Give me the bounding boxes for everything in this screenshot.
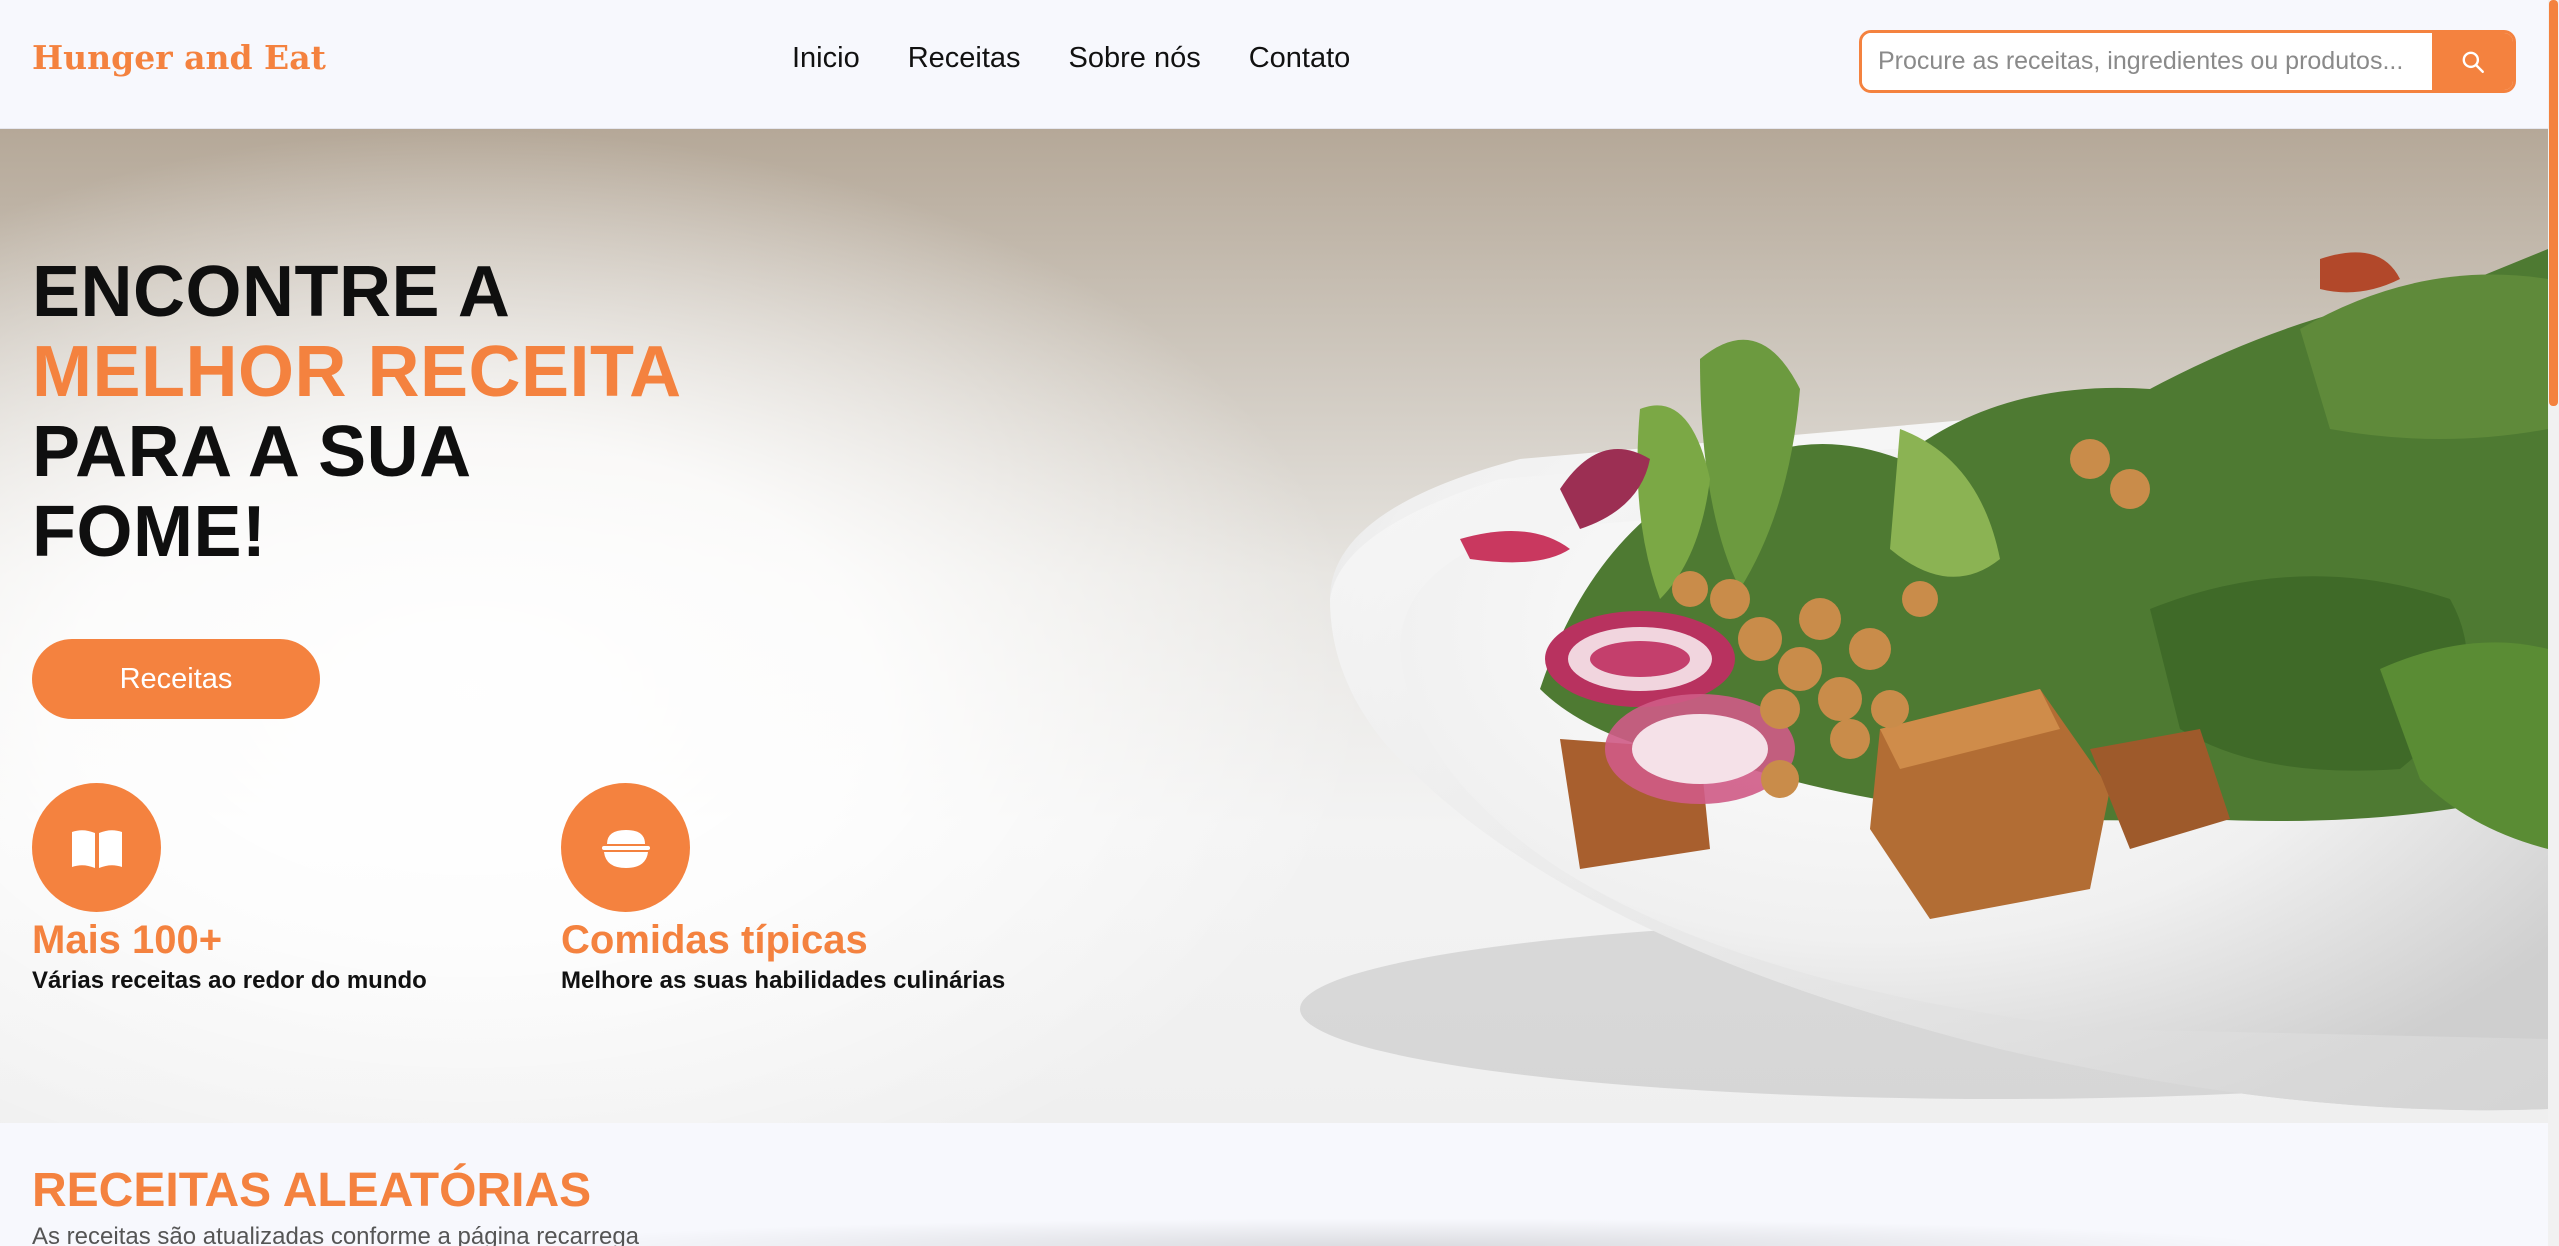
page: Hunger and Eat Inicio Receitas Sobre nós… [0,0,2559,1246]
search-icon [2462,51,2484,73]
feature-icon-circle [561,783,690,912]
nav-link-inicio[interactable]: Inicio [792,42,860,75]
section-title: RECEITAS ALEATÓRIAS [32,1164,592,1217]
brand-logo[interactable]: Hunger and Eat [32,38,326,77]
hero-section: ENCONTRE A MELHOR RECEITA PARA A SUA FOM… [0,129,2548,1123]
hero-title-line-4: FOME! [32,492,267,572]
card-shadow [500,1218,2300,1246]
recipes-cta-button[interactable]: Receitas [32,639,320,719]
scrollbar-thumb[interactable] [2549,0,2558,406]
feature-description: Melhore as suas habilidades culinárias [561,967,1006,994]
nav-link-receitas[interactable]: Receitas [908,42,1021,75]
feature-typical-food: Comidas típicas Melhore as suas habilida… [561,783,1005,995]
feature-title: Comidas típicas [561,918,868,962]
feature-description: Várias receitas ao redor do mundo [32,967,427,994]
section-subtitle: As receitas são atualizadas conforme a p… [32,1223,640,1246]
site-header: Hunger and Eat Inicio Receitas Sobre nós… [0,0,2548,129]
hero-title-accent: MELHOR RECEITA [32,332,682,412]
open-book-icon [71,829,122,868]
hero-title-line-3: PARA A SUA [32,412,472,492]
nav-link-contato[interactable]: Contato [1249,42,1351,75]
main-nav: Inicio Receitas Sobre nós Contato [792,42,1350,75]
search-bar [1859,30,2516,93]
feature-icon-circle [32,783,161,912]
rice-bowl-icon [601,829,650,868]
feature-title: Mais 100+ [32,918,223,962]
random-recipes-section: RECEITAS ALEATÓRIAS As receitas são atua… [0,1123,2548,1246]
search-input[interactable] [1862,33,2432,90]
search-button[interactable] [2432,33,2513,90]
hero-title: ENCONTRE A MELHOR RECEITA PARA A SUA FOM… [32,252,682,572]
feature-recipes-count: Mais 100+ Várias receitas ao redor do mu… [32,783,427,995]
nav-link-sobre-nos[interactable]: Sobre nós [1069,42,1201,75]
hero-title-line-1: ENCONTRE A [32,252,511,332]
